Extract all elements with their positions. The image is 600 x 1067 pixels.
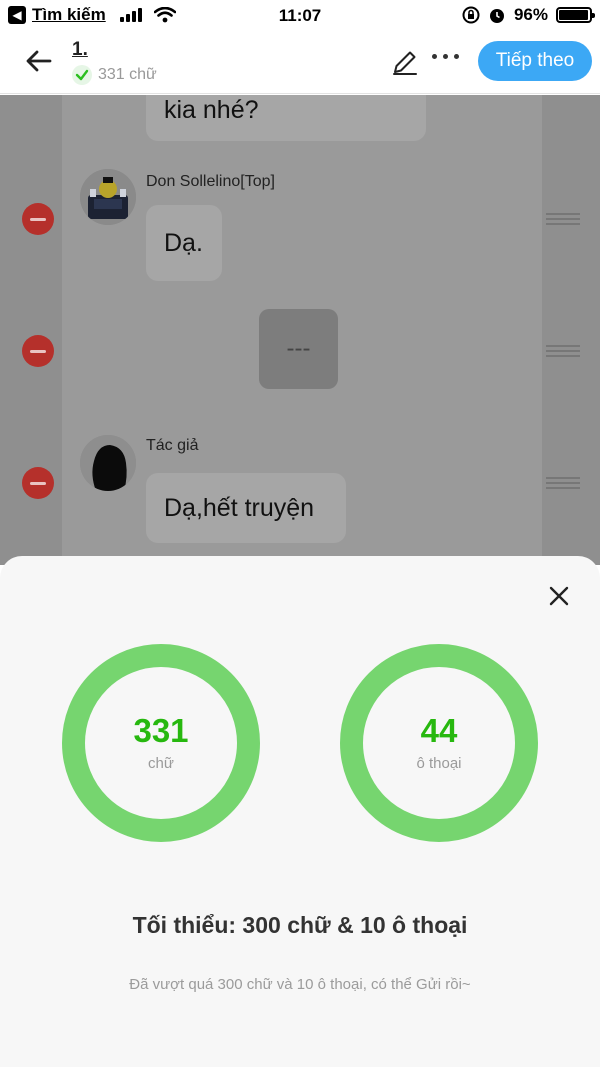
separator-text: --- bbox=[286, 335, 311, 362]
message-text: Dạ,hết truyện bbox=[164, 493, 315, 522]
dialogue-count-unit: ô thoại bbox=[416, 755, 462, 772]
remove-icon bbox=[30, 217, 46, 221]
dialogue-count-ring: 44 ô thoại bbox=[340, 644, 538, 842]
submit-hint: Đã vượt quá 300 chữ và 10 ô thoại, có th… bbox=[129, 976, 471, 993]
alarm-icon bbox=[489, 9, 504, 23]
speaker-name: Don Sollelino[Top] bbox=[146, 173, 275, 190]
remove-message-button[interactable] bbox=[22, 203, 54, 235]
nav-bar: 1. 331 chữ Tiếp theo bbox=[0, 32, 600, 94]
back-arrow-icon[interactable] bbox=[22, 44, 56, 78]
remove-message-button[interactable] bbox=[22, 335, 54, 367]
drag-handle-icon[interactable] bbox=[546, 213, 580, 228]
status-right-group: 96% bbox=[462, 5, 595, 25]
pencil-icon[interactable] bbox=[390, 47, 420, 77]
next-button[interactable]: Tiếp theo bbox=[478, 41, 592, 81]
remove-icon bbox=[30, 349, 46, 353]
message-bubble[interactable]: Dạ. bbox=[146, 205, 222, 281]
remove-icon bbox=[30, 481, 46, 485]
stats-sheet: 331 chữ 44 ô thoại Tối thiểu: 300 chữ & … bbox=[0, 556, 600, 1067]
word-count-label: 331 chữ bbox=[98, 66, 157, 83]
check-icon bbox=[72, 65, 92, 85]
message-bubble[interactable]: kia nhé? bbox=[146, 95, 426, 141]
orientation-lock-icon bbox=[462, 6, 480, 24]
minimum-requirement: Tối thiểu: 300 chữ & 10 ô thoại bbox=[132, 912, 468, 938]
word-count-status: 331 chữ bbox=[72, 65, 157, 85]
message-text: Dạ. bbox=[164, 228, 203, 257]
more-icon[interactable] bbox=[432, 54, 459, 59]
remove-message-button[interactable] bbox=[22, 467, 54, 499]
avatar-don bbox=[80, 169, 136, 225]
chat-area: kia nhé? Don Sollelino[Top] Dạ. --- Tác … bbox=[0, 95, 600, 565]
robot-avatar-icon bbox=[80, 169, 136, 225]
message-text: kia nhé? bbox=[164, 96, 259, 124]
drag-handle-icon[interactable] bbox=[546, 477, 580, 492]
battery-percent: 96% bbox=[513, 5, 548, 24]
word-count-unit: chữ bbox=[148, 755, 174, 772]
avatar-author bbox=[80, 435, 136, 491]
status-bar: ◀ Tìm kiếm 11:07 96% bbox=[0, 0, 600, 32]
separator-bubble[interactable]: --- bbox=[259, 309, 338, 389]
word-count-ring: 331 chữ bbox=[62, 644, 260, 842]
chapter-title[interactable]: 1. bbox=[72, 39, 88, 61]
dialogue-count-value: 44 bbox=[420, 712, 458, 749]
message-bubble[interactable]: Dạ,hết truyện bbox=[146, 473, 346, 543]
word-count-value: 331 bbox=[133, 712, 189, 749]
silhouette-avatar-icon bbox=[80, 435, 136, 491]
drag-handle-icon[interactable] bbox=[546, 345, 580, 360]
speaker-name: Tác giả bbox=[146, 437, 199, 454]
battery-icon bbox=[556, 7, 595, 23]
close-icon[interactable] bbox=[545, 582, 573, 610]
